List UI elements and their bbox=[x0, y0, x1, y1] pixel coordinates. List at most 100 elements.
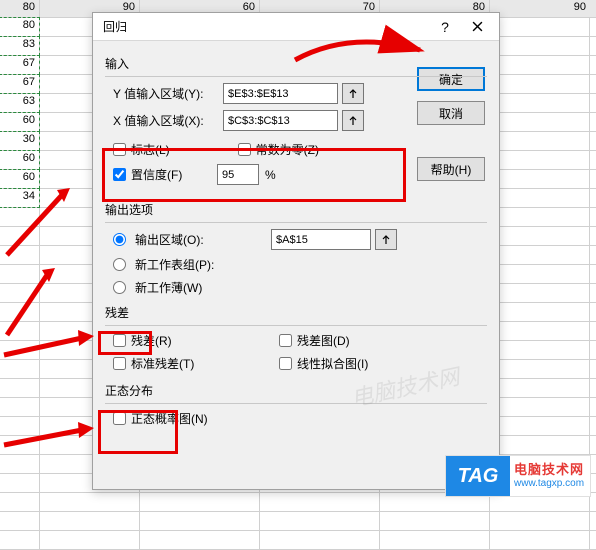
out-newbook-radio[interactable] bbox=[113, 281, 126, 294]
cell[interactable] bbox=[140, 531, 260, 549]
confidence-input[interactable] bbox=[217, 164, 259, 185]
cell[interactable] bbox=[260, 531, 380, 549]
ref-select-icon[interactable] bbox=[375, 229, 397, 250]
cell[interactable] bbox=[490, 398, 590, 416]
labels-checkbox[interactable] bbox=[113, 143, 126, 156]
cell[interactable] bbox=[490, 246, 590, 264]
selected-cell[interactable]: 30 bbox=[0, 132, 40, 150]
section-normal: 正态分布 bbox=[105, 382, 487, 399]
cell[interactable] bbox=[490, 170, 590, 188]
cell[interactable] bbox=[490, 151, 590, 169]
cell[interactable] bbox=[490, 436, 590, 454]
resid-checkbox[interactable] bbox=[113, 334, 126, 347]
close-icon[interactable] bbox=[461, 16, 493, 38]
zero-checkbox[interactable] bbox=[238, 143, 251, 156]
cell[interactable] bbox=[0, 379, 40, 397]
selected-cell[interactable]: 80 bbox=[0, 18, 40, 36]
cell[interactable] bbox=[490, 113, 590, 131]
cell[interactable] bbox=[0, 322, 40, 340]
out-range-input[interactable] bbox=[271, 229, 371, 250]
regression-dialog: 回归 ? 确定 取消 帮助(H) 输入 Y 值输入区域(Y): X 值输入区域(… bbox=[92, 12, 500, 490]
selected-cell[interactable]: 34 bbox=[0, 189, 40, 207]
confidence-checkbox[interactable] bbox=[113, 168, 126, 181]
cell[interactable] bbox=[40, 531, 140, 549]
selected-cell[interactable]: 60 bbox=[0, 151, 40, 169]
selected-cell[interactable]: 60 bbox=[0, 170, 40, 188]
section-input: 输入 bbox=[105, 55, 487, 72]
cell[interactable] bbox=[490, 18, 590, 36]
confidence-unit: % bbox=[265, 168, 276, 182]
dialog-title: 回归 bbox=[103, 18, 429, 35]
selected-cell[interactable]: 83 bbox=[0, 37, 40, 55]
cell[interactable] bbox=[0, 341, 40, 359]
cell[interactable] bbox=[490, 417, 590, 435]
cell[interactable] bbox=[490, 531, 590, 549]
cell[interactable] bbox=[140, 512, 260, 530]
y-range-input[interactable] bbox=[223, 83, 338, 104]
dialog-body: 输入 Y 值输入区域(Y): X 值输入区域(X): 标志(L) 常数为零(Z) bbox=[93, 41, 499, 443]
selected-cell[interactable]: 63 bbox=[0, 94, 40, 112]
cell[interactable] bbox=[260, 512, 380, 530]
x-range-label: X 值输入区域(X): bbox=[105, 112, 223, 129]
cell[interactable] bbox=[0, 493, 40, 511]
cell[interactable] bbox=[490, 379, 590, 397]
cell[interactable] bbox=[0, 360, 40, 378]
cell[interactable] bbox=[0, 531, 40, 549]
out-range-radio[interactable] bbox=[113, 233, 126, 246]
cell[interactable] bbox=[490, 341, 590, 359]
cell[interactable] bbox=[490, 208, 590, 226]
cell[interactable] bbox=[0, 303, 40, 321]
normal-plot-checkbox[interactable] bbox=[113, 412, 126, 425]
resid-row1: 残差(R) 残差图(D) bbox=[105, 332, 487, 349]
cell[interactable] bbox=[40, 512, 140, 530]
cell[interactable] bbox=[0, 208, 40, 226]
std-resid-checkbox[interactable] bbox=[113, 357, 126, 370]
cell[interactable] bbox=[490, 265, 590, 283]
cell[interactable] bbox=[490, 189, 590, 207]
cell[interactable] bbox=[0, 474, 40, 492]
cell[interactable] bbox=[490, 227, 590, 245]
cell[interactable] bbox=[490, 132, 590, 150]
ref-select-icon[interactable] bbox=[342, 110, 364, 131]
cell[interactable] bbox=[0, 436, 40, 454]
col-header: 80 bbox=[0, 0, 40, 17]
cell[interactable] bbox=[490, 512, 590, 530]
cell[interactable] bbox=[0, 417, 40, 435]
cell[interactable] bbox=[0, 227, 40, 245]
cell[interactable] bbox=[0, 512, 40, 530]
selected-cell[interactable]: 67 bbox=[0, 75, 40, 93]
cell[interactable] bbox=[490, 303, 590, 321]
cell[interactable] bbox=[0, 284, 40, 302]
out-newsheet-radio[interactable] bbox=[113, 258, 126, 271]
cell[interactable] bbox=[380, 512, 490, 530]
cell[interactable] bbox=[490, 94, 590, 112]
out-newsheet-row: 新工作表组(P): bbox=[105, 256, 487, 273]
confidence-row: 置信度(F) % bbox=[105, 164, 487, 185]
cell[interactable] bbox=[490, 322, 590, 340]
linefit-checkbox[interactable] bbox=[279, 357, 292, 370]
section-output: 输出选项 bbox=[105, 201, 487, 218]
cell[interactable] bbox=[260, 493, 380, 511]
selected-cell[interactable]: 60 bbox=[0, 113, 40, 131]
cell[interactable] bbox=[490, 360, 590, 378]
cell[interactable] bbox=[40, 493, 140, 511]
help-icon[interactable]: ? bbox=[429, 16, 461, 38]
cell[interactable] bbox=[0, 455, 40, 473]
cell[interactable] bbox=[490, 75, 590, 93]
logo-line1: 电脑技术网 bbox=[514, 462, 586, 478]
logo-tag: TAG bbox=[446, 456, 510, 496]
cell[interactable] bbox=[490, 56, 590, 74]
x-range-input[interactable] bbox=[223, 110, 338, 131]
cell[interactable] bbox=[380, 531, 490, 549]
cell[interactable] bbox=[490, 37, 590, 55]
ref-select-icon[interactable] bbox=[342, 83, 364, 104]
selected-cell[interactable]: 67 bbox=[0, 56, 40, 74]
cell[interactable] bbox=[0, 398, 40, 416]
cell[interactable] bbox=[140, 493, 260, 511]
resid-chk-label: 残差(R) bbox=[131, 332, 271, 349]
cell[interactable] bbox=[490, 284, 590, 302]
logo-line2: www.tagxp.com bbox=[514, 478, 586, 490]
cell[interactable] bbox=[0, 246, 40, 264]
cell[interactable] bbox=[0, 265, 40, 283]
resid-plot-checkbox[interactable] bbox=[279, 334, 292, 347]
